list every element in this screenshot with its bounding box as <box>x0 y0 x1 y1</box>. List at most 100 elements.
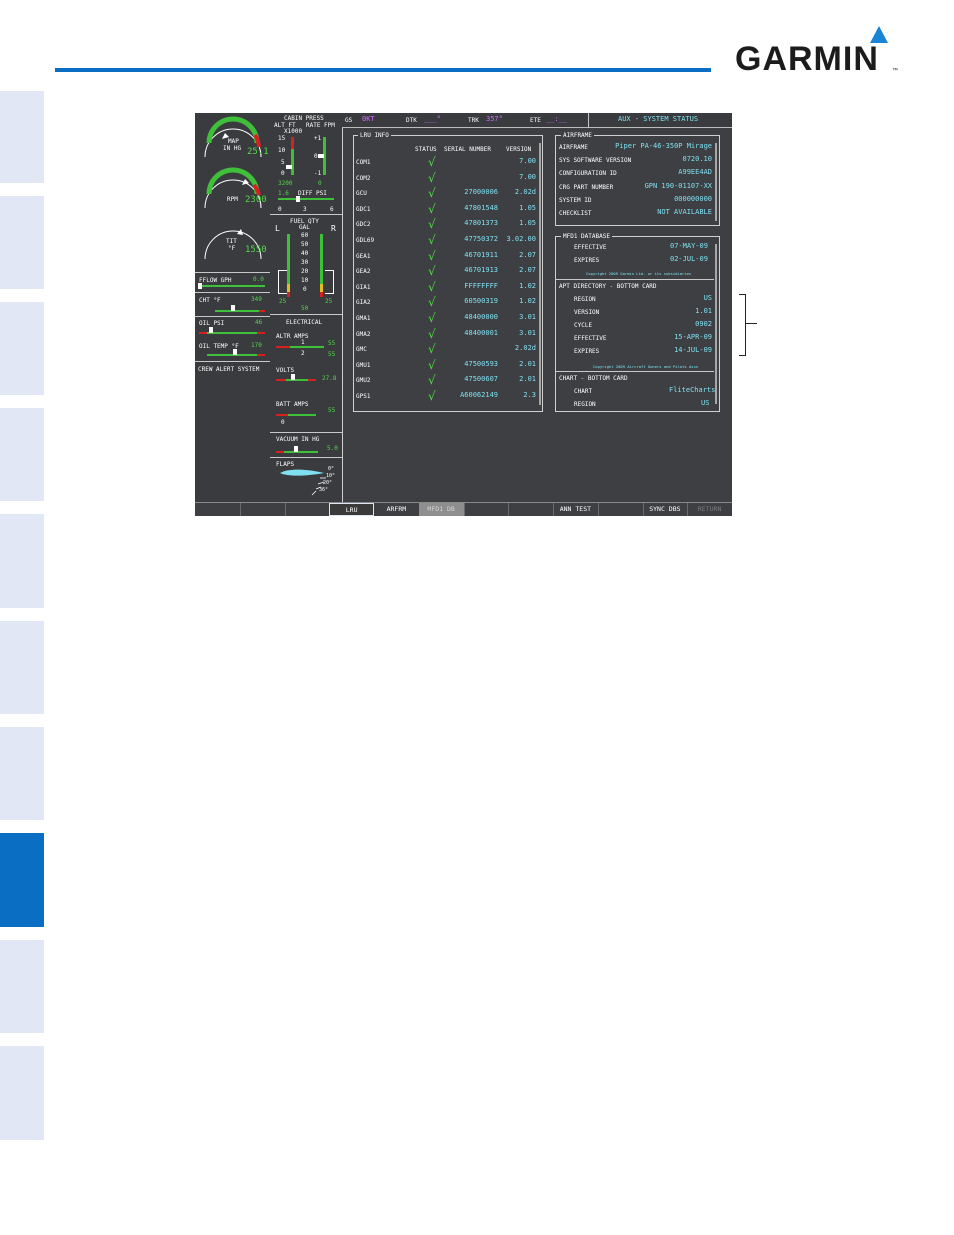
fuel-right-yellow <box>320 284 323 292</box>
fflow-value: 0.0 <box>253 276 264 283</box>
mfd1-database-title: MFD1 DATABASE <box>561 233 612 240</box>
lru-name: GDC1 <box>356 205 371 213</box>
flap-tick-36: 36° <box>319 487 329 493</box>
lru-name: GEA1 <box>356 252 371 260</box>
softkey-mfd1-db[interactable]: MFD1 DB <box>418 503 465 516</box>
chapter-tab-3[interactable] <box>0 302 44 395</box>
cabin-rate-value: 0 <box>318 180 322 187</box>
chapter-tab-7[interactable] <box>0 727 44 820</box>
cht-value: 349 <box>251 296 262 303</box>
status-check-icon: √ <box>428 217 436 232</box>
lru-version: 1.02 <box>519 297 536 306</box>
softkey-blank-8[interactable] <box>508 503 554 516</box>
oil-psi-value: 46 <box>255 319 263 326</box>
header-rule <box>55 68 711 72</box>
rate-pointer <box>318 154 324 158</box>
eis-divider <box>195 272 270 273</box>
map-unit: IN HG <box>223 145 242 152</box>
diff-tick-3: 3 <box>303 206 307 213</box>
softkey-blank-1[interactable] <box>195 503 241 516</box>
vacuum-label: VACUUM IN HG <box>276 436 320 443</box>
mfd1-database-scrollbar[interactable] <box>715 244 717 404</box>
cht-redline <box>259 310 265 312</box>
volts-label: VOLTS <box>276 367 295 374</box>
alt-tick-15: 15 <box>278 135 286 142</box>
lru-serial: 27000006 <box>464 188 498 197</box>
lru-name: GIA1 <box>356 283 371 291</box>
ete-value: __:__ <box>546 115 568 123</box>
oil-psi-red <box>199 332 207 334</box>
gs-label: GS <box>345 117 353 124</box>
lru-version: 1.05 <box>519 203 536 212</box>
chapter-tab-8-active[interactable] <box>0 833 44 927</box>
rate-tick-plus1: +1 <box>314 135 322 142</box>
status-check-icon: √ <box>428 155 436 169</box>
apt-field-value: 1.01 <box>695 307 712 316</box>
fuel-left-red <box>287 292 290 297</box>
fuel-divider <box>270 314 342 315</box>
softkey-blank-7[interactable] <box>464 503 510 516</box>
chapter-tab-5[interactable] <box>0 514 44 608</box>
softkey-ann-test[interactable]: ANN TEST <box>553 503 599 516</box>
chapter-tab-6[interactable] <box>0 621 44 714</box>
fflow-pointer <box>198 283 202 289</box>
x1000-label: X1000 <box>284 128 303 135</box>
oil-temp-bar <box>207 354 257 356</box>
lru-scrollbar[interactable] <box>539 143 541 405</box>
fuel-right-label: R <box>331 224 336 233</box>
airframe-field-label: CHECKLIST <box>559 210 592 217</box>
softkey-blank-3[interactable] <box>285 503 331 516</box>
eis-divider-4 <box>195 361 270 362</box>
oil-psi-pointer <box>209 327 213 333</box>
lru-name: GCU <box>356 190 367 198</box>
softkey-lru[interactable]: LRU <box>329 503 374 516</box>
cabin-divider <box>270 214 342 215</box>
chart-region-value: US <box>701 399 710 407</box>
status-check-icon: √ <box>428 170 436 185</box>
softkey-blank-2[interactable] <box>240 503 286 516</box>
batt-amps-value: 55 <box>328 407 336 414</box>
chapter-tab-1[interactable] <box>0 91 44 183</box>
status-check-icon: √ <box>428 248 436 263</box>
airframe-field-label: CONFIGURATION ID <box>559 170 617 178</box>
chapter-tab-2[interactable] <box>0 196 44 289</box>
batt-red <box>276 414 288 416</box>
airframe-field-label: CRG PART NUMBER <box>559 183 614 191</box>
lru-name: GEA2 <box>356 268 371 276</box>
batt-amps-label: BATT AMPS <box>276 401 309 408</box>
softkey-arfrm[interactable]: ARFRM <box>374 503 420 516</box>
oil-temp-pointer <box>233 349 237 355</box>
softkey-return[interactable]: RETURN <box>687 503 732 516</box>
eis-divider-2 <box>195 292 270 293</box>
softkey-sync-dbs[interactable]: SYNC DBS <box>643 503 689 516</box>
lru-version: 2.07 <box>519 250 536 259</box>
lru-header-serial: SERIAL NUMBER <box>444 146 491 153</box>
softkey-blank-10[interactable] <box>598 503 644 516</box>
altr-index-2: 2 <box>301 350 305 357</box>
garmin-logo: GARMIN <box>735 40 879 78</box>
airframe-field-label: SYSTEM ID <box>559 196 592 204</box>
chapter-tab-4[interactable] <box>0 408 44 501</box>
map-label: MAP <box>228 138 239 145</box>
chart-value: FliteCharts <box>669 386 716 394</box>
diff-psi-label: DIFF PSI <box>298 190 327 197</box>
fuel-tick-10: 10 <box>301 277 309 284</box>
airframe-scrollbar[interactable] <box>715 143 717 221</box>
mfd1-effective-label: EFFECTIVE <box>574 244 607 251</box>
fuel-left-green <box>287 234 290 284</box>
lru-version: 3.02.00 <box>506 235 536 243</box>
rpm-label: RPM <box>227 196 238 203</box>
fuel-left-pointer <box>278 270 287 294</box>
fuel-right-pointer <box>325 270 334 294</box>
chapter-tab-10[interactable] <box>0 1046 44 1140</box>
apt-field-value: US <box>703 294 712 302</box>
volts-value: 27.8 <box>322 375 337 382</box>
mfd1-divider-2 <box>556 371 714 372</box>
lru-name: COM2 <box>356 174 371 182</box>
chapter-tab-9[interactable] <box>0 940 44 1033</box>
batt-bar <box>288 414 316 416</box>
alt-tick-10: 10 <box>278 147 286 154</box>
fflow-label: FFLOW GPH <box>199 277 232 284</box>
chart-region-label: REGION <box>574 401 596 408</box>
electrical-title: ELECTRICAL <box>286 319 323 326</box>
